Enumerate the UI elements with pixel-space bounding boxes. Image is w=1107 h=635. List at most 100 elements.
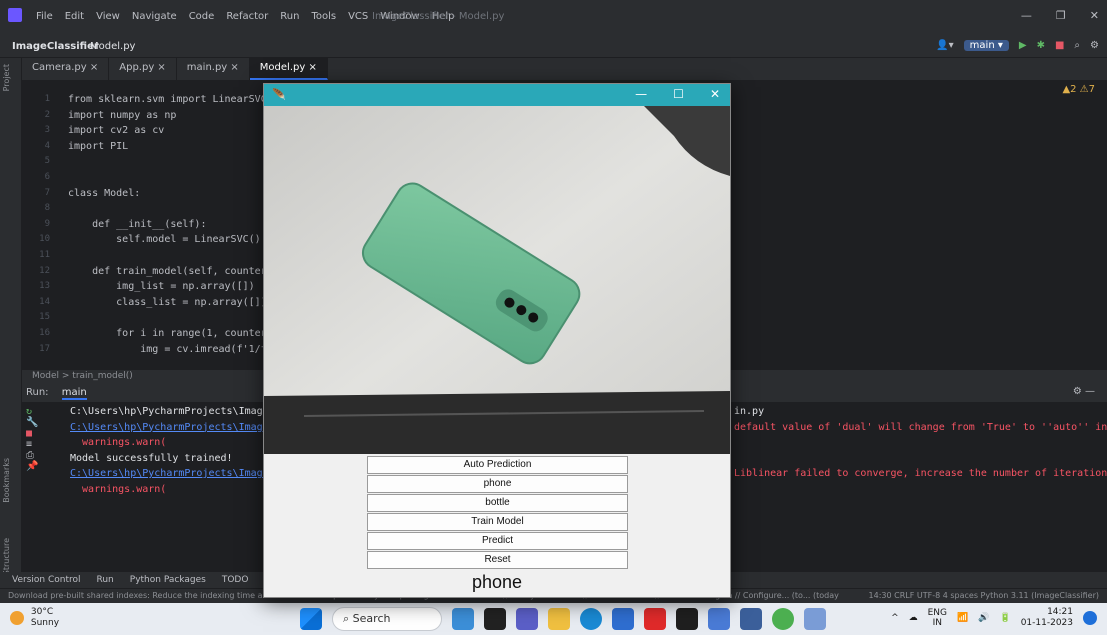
ide-menubar: File Edit View Navigate Code Refactor Ru… [0,0,1107,38]
menu-run[interactable]: Run [280,11,299,22]
tool-run[interactable]: Run [97,575,114,585]
code-line: class Model: [68,187,141,199]
inspection-warnings[interactable]: ▲2 ⚠7 [1062,84,1095,95]
project-name[interactable]: ImageClassifier [12,41,99,52]
tk-maximize-icon[interactable]: ☐ [673,87,684,101]
system-tray: ^ ☁ ENG IN 📶 🔊 🔋 14:21 01-11-2023 [891,607,1097,629]
tool-python-packages[interactable]: Python Packages [130,575,206,585]
status-info[interactable]: 14:30 CRLF UTF-8 4 spaces Python 3.11 (I… [869,591,1099,600]
maximize-icon[interactable]: ❐ [1056,9,1066,22]
wifi-icon[interactable]: 📶 [957,613,968,623]
run-config-label: main [969,40,995,51]
code-line: def __init__(self): [68,218,207,230]
clock[interactable]: 14:21 01-11-2023 [1021,607,1073,629]
current-file[interactable]: Model.py [90,41,135,52]
app-icon-5[interactable] [708,608,730,630]
tab-main[interactable]: main.py × [177,58,250,80]
print-icon[interactable]: ⎙ [26,450,62,461]
weather-widget[interactable]: 30°C Sunny [10,607,59,629]
console-line[interactable]: C:\Users\hp\PycharmProjects\Image [70,468,269,479]
code-line: for i in range(1, counters [68,328,273,339]
rerun-icon[interactable]: ↻ [26,406,62,417]
train-model-button[interactable]: Train Model [367,513,628,531]
app-icon-6[interactable] [740,608,762,630]
debug-icon[interactable]: ✱ [1037,40,1045,51]
line-number: 17 [39,343,50,354]
menu-file[interactable]: File [36,11,53,22]
line-number: 2 [44,109,50,120]
menu-edit[interactable]: Edit [65,11,84,22]
search-icon[interactable]: ⌕ [1074,40,1080,51]
window-title: ImageClassifier - Model.py [372,11,505,22]
menu-view[interactable]: View [96,11,120,22]
menu-vcs[interactable]: VCS [348,11,368,22]
tab-camera[interactable]: Camera.py × [22,58,110,80]
app-icon-2[interactable] [484,608,506,630]
menu-refactor[interactable]: Refactor [226,11,268,22]
store-icon[interactable] [612,608,634,630]
console-line[interactable]: C:\Users\hp\PycharmProjects\Image [70,422,269,433]
line-number: 10 [39,234,50,245]
bottle-class-button[interactable]: bottle [367,494,628,512]
app-icon-1[interactable] [452,608,474,630]
gear-icon[interactable]: ⚙ [1090,40,1099,51]
code-line: img_list = np.array([]) [68,281,255,293]
app-icon-7[interactable] [772,608,794,630]
tk-button-stack: Auto Prediction phone bottle Train Model… [367,456,628,570]
stop-run-icon[interactable]: ■ [26,428,62,439]
wrench-icon[interactable]: 🔧 [26,417,62,428]
pycharm-icon[interactable] [676,608,698,630]
toolbar-right: 👤▾ main ▾ ▶ ✱ ■ ⌕ ⚙ [936,40,1099,51]
camera-frame-illustration [264,106,730,454]
weather-text: Sunny [30,618,60,628]
run-config-selector[interactable]: main ▾ [963,40,1009,51]
tk-titlebar[interactable]: 🪶 — ☐ ✕ [264,84,730,106]
minimize-icon[interactable]: — [1021,9,1032,22]
tab-model[interactable]: Model.py × [249,58,328,80]
project-tool-label[interactable]: Project [2,64,11,91]
run-settings-icon[interactable]: ⚙ — [1073,386,1095,397]
tk-close-icon[interactable]: ✕ [710,87,720,101]
tool-todo[interactable]: TODO [222,575,249,585]
notification-icon[interactable] [1083,611,1097,625]
menu-navigate[interactable]: Navigate [132,11,177,22]
close-icon[interactable]: ✕ [1090,9,1099,22]
code-line: import numpy as np [68,109,177,121]
line-number: 13 [39,281,50,292]
app-icon-3[interactable] [516,608,538,630]
menu-tools[interactable]: Tools [311,11,336,22]
onedrive-icon[interactable]: ☁ [909,613,918,623]
bookmarks-tool-label[interactable]: Bookmarks [2,458,11,503]
tool-version-control[interactable]: Version Control [12,575,81,585]
battery-icon[interactable]: 🔋 [999,613,1010,623]
volume-icon[interactable]: 🔊 [978,613,989,623]
taskbar-search[interactable]: ⌕ Search [332,607,442,631]
edge-icon[interactable] [580,608,602,630]
language-indicator[interactable]: ENG IN [928,608,947,628]
code-line: from sklearn.svm import LinearSVC [68,94,267,105]
run-icon[interactable]: ▶ [1019,40,1027,51]
pin-icon[interactable]: 📌 [26,461,62,472]
reset-button[interactable]: Reset [367,551,628,569]
structure-tool-label[interactable]: Structure [2,538,11,575]
app-icon-8[interactable] [804,608,826,630]
user-icon[interactable]: 👤▾ [936,40,953,51]
tray-chevron-icon[interactable]: ^ [891,613,899,623]
predict-button[interactable]: Predict [367,532,628,550]
run-toolbar: ↻ 🔧 ■ ≡ ⎙ 📌 [26,406,62,472]
app-icon-4[interactable] [644,608,666,630]
phone-class-button[interactable]: phone [367,475,628,493]
tab-label: Camera.py [32,62,87,73]
start-icon[interactable] [300,608,322,630]
auto-prediction-button[interactable]: Auto Prediction [367,456,628,474]
tk-minimize-icon[interactable]: — [635,87,647,101]
console-line: C:\Users\hp\PycharmProjects\Image [70,406,269,417]
editor-tabs: Camera.py × App.py × main.py × Model.py … [22,58,1107,80]
line-number: 15 [39,312,50,323]
file-explorer-icon[interactable] [548,608,570,630]
tab-app[interactable]: App.py × [109,58,177,80]
layout-icon[interactable]: ≡ [26,439,62,450]
menu-code[interactable]: Code [189,11,215,22]
run-tab-main[interactable]: main [61,387,87,400]
stop-icon[interactable]: ■ [1055,40,1064,51]
